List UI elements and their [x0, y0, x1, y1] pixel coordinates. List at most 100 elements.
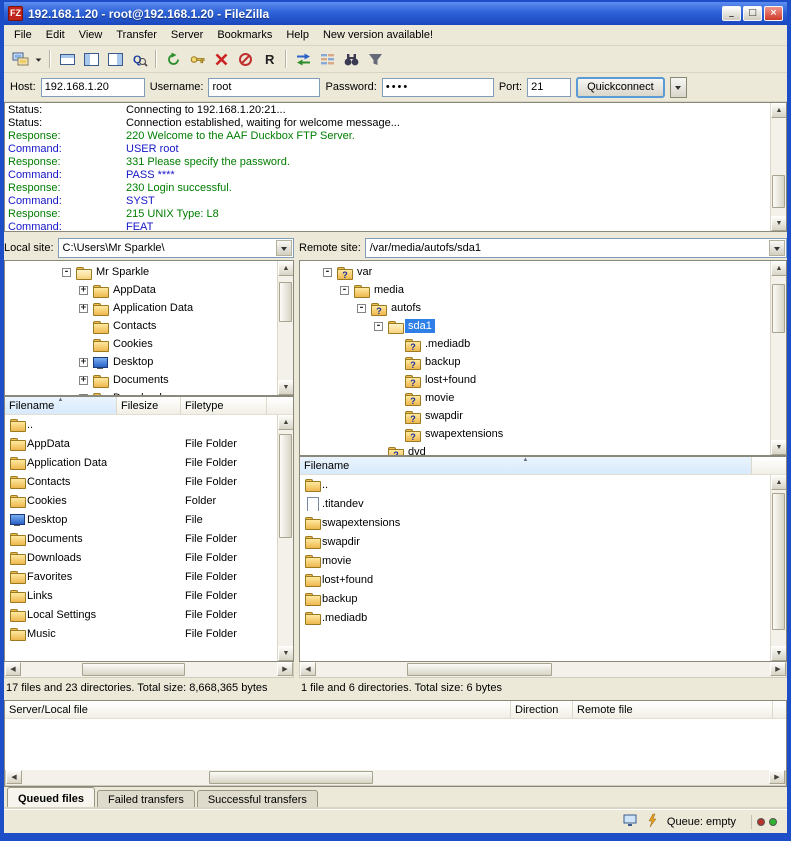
local-file-row-documents[interactable]: DocumentsFile Folder [5, 529, 293, 548]
find-icon[interactable] [339, 48, 363, 70]
minimize-button[interactable]: _ [722, 6, 741, 21]
local-list-scrollbar[interactable]: ▲ ▼ [277, 415, 293, 661]
local-tree-item-documents[interactable]: +Documents [7, 371, 275, 389]
toggle-remote-tree-icon[interactable] [103, 48, 127, 70]
scroll-track[interactable] [278, 430, 293, 646]
remote-tree-item-media[interactable]: -media [302, 281, 768, 299]
remote-file-row-backup[interactable]: backup [300, 589, 786, 608]
remote-tree-item-swapdir[interactable]: swapdir [302, 407, 768, 425]
scroll-thumb[interactable] [407, 663, 552, 676]
tree-expander-minus[interactable]: - [62, 268, 71, 277]
scroll-track[interactable] [771, 276, 786, 440]
scroll-down-button[interactable]: ▼ [771, 216, 787, 231]
tree-expander-minus[interactable]: - [374, 322, 383, 331]
tree-expander-plus[interactable]: + [79, 376, 88, 385]
scroll-track[interactable] [22, 770, 769, 785]
scroll-down-button[interactable]: ▼ [278, 646, 294, 661]
local-tree-item-cookies[interactable]: Cookies [7, 335, 275, 353]
menu-item-view[interactable]: View [72, 27, 110, 43]
scroll-track[interactable] [316, 662, 770, 677]
local-file-row-music[interactable]: MusicFile Folder [5, 624, 293, 643]
local-column-header-filename[interactable]: ▲Filename [5, 397, 117, 414]
scroll-right-button[interactable]: ▶ [277, 662, 293, 676]
scroll-thumb[interactable] [772, 284, 785, 333]
scroll-track[interactable] [278, 276, 293, 380]
scroll-up-button[interactable]: ▲ [771, 475, 787, 490]
scroll-up-button[interactable]: ▲ [278, 261, 294, 276]
remote-column-header-filename[interactable]: ▲Filename [300, 457, 752, 474]
menu-item-bookmarks[interactable]: Bookmarks [210, 27, 279, 43]
queue-column-direction[interactable]: Direction [511, 701, 573, 718]
local-tree-item-downloads[interactable]: +Downloads [7, 389, 275, 396]
tab-queued-files[interactable]: Queued files [7, 787, 95, 809]
remote-tree-item-dvd[interactable]: dvd [302, 443, 768, 456]
local-column-header-filetype[interactable]: Filetype [181, 397, 267, 414]
directory-comparison-icon[interactable] [315, 48, 339, 70]
scroll-down-button[interactable]: ▼ [771, 646, 787, 661]
remote-list-scrollbar[interactable]: ▲ ▼ [770, 475, 786, 661]
scroll-up-button[interactable]: ▲ [771, 261, 787, 276]
process-queue-icon[interactable] [185, 48, 209, 70]
remote-tree-item-backup[interactable]: backup [302, 353, 768, 371]
combo-dropdown-button[interactable] [769, 240, 785, 256]
local-file-row-appdata[interactable]: AppDataFile Folder [5, 434, 293, 453]
remote-tree-item-mediadb[interactable]: .mediadb [302, 335, 768, 353]
close-button[interactable]: × [764, 6, 783, 21]
tree-expander-plus[interactable]: + [79, 358, 88, 367]
local-column-header-filesize[interactable]: Filesize [117, 397, 181, 414]
remote-file-row-swapextensions[interactable]: swapextensions [300, 513, 786, 532]
maximize-button[interactable]: □ [743, 6, 762, 21]
title-bar[interactable]: FZ 192.168.1.20 - root@192.168.1.20 - Fi… [4, 2, 787, 25]
menu-item-file[interactable]: File [7, 27, 39, 43]
toggle-queue-icon[interactable]: Q [127, 48, 151, 70]
remote-file-row-titandev[interactable]: .titandev [300, 494, 786, 513]
username-input[interactable] [208, 78, 320, 97]
disconnect-icon[interactable] [233, 48, 257, 70]
host-input[interactable] [41, 78, 145, 97]
tree-expander-minus[interactable]: - [323, 268, 332, 277]
tree-expander-plus[interactable]: + [79, 304, 88, 313]
local-file-row-application-data[interactable]: Application DataFile Folder [5, 453, 293, 472]
combo-dropdown-button[interactable] [276, 240, 292, 256]
tree-expander-minus[interactable]: - [357, 304, 366, 313]
scroll-track[interactable] [771, 490, 786, 646]
queue-horizontal-scrollbar[interactable]: ◀ ▶ [5, 770, 786, 786]
port-input[interactable] [527, 78, 571, 97]
local-file-row-desktop[interactable]: DesktopFile [5, 510, 293, 529]
queue-column-remote-file[interactable]: Remote file [573, 701, 773, 718]
menu-item-transfer[interactable]: Transfer [109, 27, 164, 43]
menu-item-help[interactable]: Help [279, 27, 316, 43]
site-manager-dropdown-icon[interactable] [32, 48, 45, 70]
local-tree-item-desktop[interactable]: +Desktop [7, 353, 275, 371]
site-manager-icon[interactable] [8, 48, 32, 70]
toggle-message-log-icon[interactable] [55, 48, 79, 70]
scroll-up-button[interactable]: ▲ [278, 415, 294, 430]
remote-tree-item-var[interactable]: -var [302, 263, 768, 281]
remote-tree-scrollbar[interactable]: ▲ ▼ [770, 261, 786, 455]
scroll-left-button[interactable]: ◀ [6, 770, 22, 784]
local-site-combo[interactable]: C:\Users\Mr Sparkle\ [58, 238, 294, 258]
local-file-row-links[interactable]: LinksFile Folder [5, 586, 293, 605]
filter-icon[interactable] [363, 48, 387, 70]
log-scrollbar[interactable]: ▲ ▼ [770, 103, 786, 231]
local-horizontal-scrollbar[interactable]: ◀ ▶ [4, 662, 294, 678]
tree-expander-plus[interactable]: + [79, 286, 88, 295]
scroll-left-button[interactable]: ◀ [300, 662, 316, 676]
queue-column-server-local-file[interactable]: Server/Local file [5, 701, 511, 718]
remote-tree-item-sda1[interactable]: -sda1 [302, 317, 768, 335]
scroll-thumb[interactable] [82, 663, 184, 676]
quickconnect-button[interactable]: Quickconnect [576, 77, 665, 98]
scroll-thumb[interactable] [209, 771, 373, 784]
scroll-right-button[interactable]: ▶ [770, 662, 786, 676]
cancel-icon[interactable] [209, 48, 233, 70]
menu-item-edit[interactable]: Edit [39, 27, 72, 43]
scroll-down-button[interactable]: ▼ [278, 380, 294, 395]
local-file-row-downloads[interactable]: DownloadsFile Folder [5, 548, 293, 567]
local-tree-item-mr-sparkle[interactable]: -Mr Sparkle [7, 263, 275, 281]
remote-tree-item-lost-found[interactable]: lost+found [302, 371, 768, 389]
local-file-row-contacts[interactable]: ContactsFile Folder [5, 472, 293, 491]
local-tree-item-appdata[interactable]: +AppData [7, 281, 275, 299]
local-file-row-favorites[interactable]: FavoritesFile Folder [5, 567, 293, 586]
toggle-local-tree-icon[interactable] [79, 48, 103, 70]
scroll-right-button[interactable]: ▶ [769, 770, 785, 784]
